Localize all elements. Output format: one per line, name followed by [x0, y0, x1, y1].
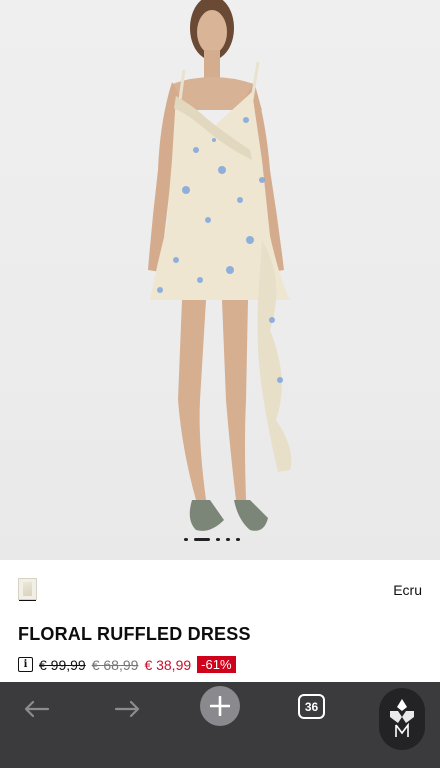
- gallery-dot-active[interactable]: [194, 538, 210, 541]
- tab-counter-button[interactable]: 36: [298, 694, 325, 719]
- brand-logo-icon: [390, 699, 414, 737]
- forward-button[interactable]: [106, 684, 150, 734]
- back-button[interactable]: [14, 684, 58, 734]
- gallery-pagination[interactable]: [184, 538, 240, 541]
- new-tab-button[interactable]: [200, 686, 240, 726]
- arrow-right-icon: [114, 700, 140, 718]
- model-dress-illustration: [148, 0, 292, 531]
- brand-menu-button[interactable]: [379, 688, 425, 750]
- product-image[interactable]: [0, 0, 440, 560]
- color-name: Ecru: [393, 582, 422, 598]
- price-row: i € 99,99 € 68,99 € 38,99 -61%: [18, 656, 236, 673]
- browser-toolbar: 36: [0, 682, 440, 768]
- info-icon[interactable]: i: [18, 657, 33, 672]
- color-swatch[interactable]: [18, 578, 37, 601]
- gallery-dot[interactable]: [216, 538, 220, 541]
- gallery-dot[interactable]: [226, 538, 230, 541]
- arrow-left-icon: [24, 700, 50, 718]
- price-original: € 99,99: [39, 656, 86, 673]
- product-title: FLORAL RUFFLED DRESS: [18, 624, 251, 644]
- gallery-dot[interactable]: [236, 538, 240, 541]
- price-previous: € 68,99: [91, 656, 139, 673]
- discount-badge: -61%: [197, 656, 236, 673]
- plus-icon: [210, 696, 230, 716]
- price-current: € 38,99: [144, 656, 192, 673]
- gallery-dot[interactable]: [184, 538, 188, 541]
